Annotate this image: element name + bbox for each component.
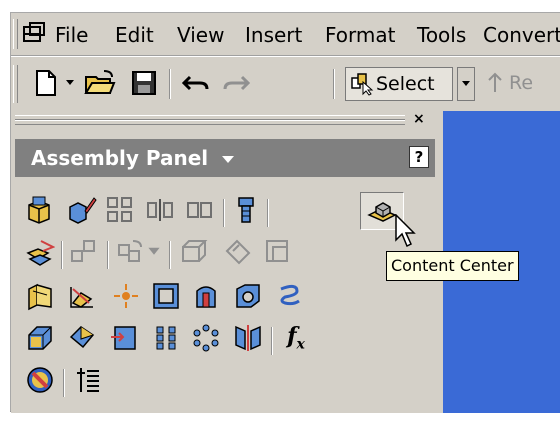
menu-tools[interactable]: Tools bbox=[417, 23, 466, 47]
return-arrow-icon bbox=[488, 72, 502, 92]
mirror-parts-icon[interactable] bbox=[233, 323, 263, 353]
select-button[interactable]: Select bbox=[345, 67, 453, 101]
row-separator bbox=[169, 241, 171, 269]
chevron-down-icon bbox=[462, 81, 470, 86]
drive-constraint-icon[interactable] bbox=[25, 365, 55, 395]
menu-file[interactable]: File bbox=[55, 23, 88, 47]
content-center-icon bbox=[367, 195, 397, 225]
adaptive-component-icon[interactable] bbox=[191, 281, 221, 311]
panel-title-text: Assembly Panel bbox=[31, 146, 209, 170]
menu-bar: File Edit View Insert Format Tools Conve… bbox=[11, 13, 560, 55]
rotate-component-icon[interactable] bbox=[115, 237, 145, 267]
undo-icon[interactable] bbox=[179, 67, 213, 99]
parameters-fx-icon[interactable]: fx bbox=[281, 323, 311, 353]
toolbar-grip[interactable] bbox=[13, 65, 18, 103]
circular-pattern-icon[interactable] bbox=[191, 323, 221, 353]
pattern-component-icon[interactable] bbox=[105, 195, 135, 225]
redo-icon[interactable] bbox=[219, 67, 253, 99]
ucs-icon[interactable] bbox=[151, 281, 181, 311]
tooltip: Content Center bbox=[386, 251, 519, 281]
panel-grip[interactable] bbox=[15, 115, 405, 125]
help-button[interactable]: ? bbox=[409, 146, 429, 168]
save-floppy-icon[interactable] bbox=[129, 67, 159, 99]
menu-view[interactable]: View bbox=[177, 23, 224, 47]
replace-component-icon[interactable] bbox=[25, 237, 55, 267]
new-dropdown-arrow-icon[interactable] bbox=[63, 67, 77, 99]
row-separator bbox=[107, 241, 109, 269]
chevron-down-icon bbox=[222, 156, 235, 163]
row-separator bbox=[223, 199, 225, 227]
row-separator bbox=[267, 199, 269, 227]
move-component-icon[interactable] bbox=[69, 237, 99, 267]
mirror-component-icon[interactable] bbox=[145, 195, 175, 225]
toolbar-separator bbox=[333, 69, 335, 99]
mouse-cursor-icon bbox=[395, 213, 417, 252]
rotate-dropdown-arrow-icon[interactable] bbox=[147, 237, 161, 267]
fx-label: fx bbox=[287, 323, 305, 353]
create-component-icon[interactable] bbox=[67, 195, 97, 225]
create-part-icon[interactable] bbox=[25, 323, 55, 353]
work-point-icon[interactable] bbox=[111, 281, 141, 311]
bolted-connection-icon[interactable] bbox=[231, 195, 261, 225]
work-plane-icon[interactable] bbox=[25, 281, 55, 311]
menu-format[interactable]: Format bbox=[325, 23, 395, 47]
panel-header[interactable]: Assembly Panel ? bbox=[15, 139, 435, 177]
assembly-panel: × Assembly Panel ? fx bbox=[11, 111, 443, 413]
place-component-icon[interactable] bbox=[25, 195, 55, 225]
return-button[interactable]: Re bbox=[485, 67, 560, 99]
row-separator bbox=[63, 369, 65, 397]
row-separator bbox=[271, 327, 273, 355]
extrude-icon[interactable] bbox=[67, 323, 97, 353]
constraint-icon[interactable] bbox=[223, 237, 253, 267]
array-pattern-icon[interactable] bbox=[151, 323, 181, 353]
standard-toolbar: Select Re bbox=[11, 57, 560, 111]
select-label: Select bbox=[376, 73, 435, 95]
menubar-grip[interactable] bbox=[13, 19, 18, 49]
new-document-icon[interactable] bbox=[31, 67, 61, 99]
select-dropdown-button[interactable] bbox=[457, 67, 475, 101]
inventor-logo-icon[interactable] bbox=[21, 21, 47, 47]
place-from-file-icon[interactable] bbox=[109, 323, 139, 353]
assembly-frame-icon[interactable] bbox=[263, 237, 293, 267]
menu-edit[interactable]: Edit bbox=[115, 23, 154, 47]
menu-convert[interactable]: Convert bbox=[483, 23, 560, 47]
work-axis-icon[interactable] bbox=[67, 281, 97, 311]
section-view-icon[interactable] bbox=[179, 237, 209, 267]
toolbar-separator bbox=[169, 69, 171, 99]
select-arrow-icon bbox=[350, 72, 374, 96]
bill-of-materials-icon[interactable] bbox=[73, 365, 103, 395]
panel-close-icon[interactable]: × bbox=[413, 111, 425, 127]
application-window: File Edit View Insert Format Tools Conve… bbox=[10, 12, 560, 413]
row-separator bbox=[61, 241, 63, 269]
derived-part-icon[interactable] bbox=[233, 281, 263, 311]
panel-title: Assembly Panel bbox=[31, 146, 235, 170]
return-label: Re bbox=[509, 72, 534, 94]
menu-insert[interactable]: Insert bbox=[245, 23, 302, 47]
open-folder-icon[interactable] bbox=[83, 67, 117, 99]
copy-component-icon[interactable] bbox=[185, 195, 215, 225]
spring-icon[interactable] bbox=[275, 281, 305, 311]
